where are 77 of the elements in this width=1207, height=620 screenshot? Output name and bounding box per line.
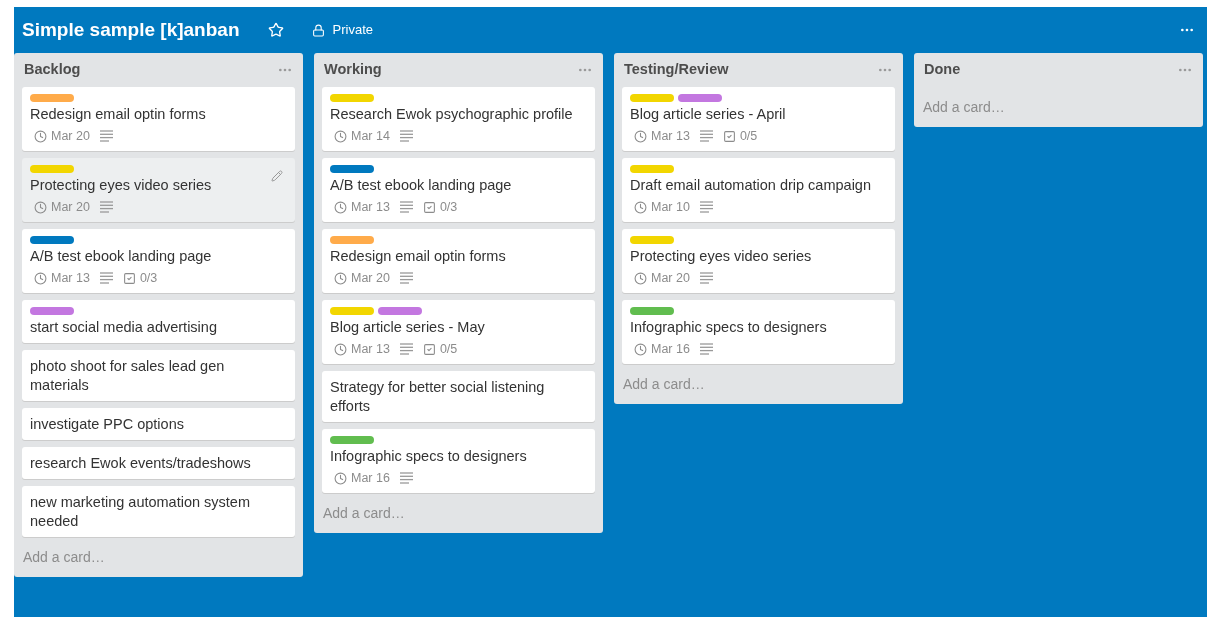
card[interactable]: Infographic specs to designers Mar 16 [322,429,595,493]
card-title: A/B test ebook landing page [30,247,213,266]
card[interactable]: investigate PPC options [22,408,295,440]
due-date: Mar 10 [651,198,690,216]
lock-icon [311,23,325,37]
list-title: Working [324,60,382,80]
list-title: Done [924,60,961,80]
clock-icon [334,271,347,285]
checklist-count: 0/3 [139,269,158,287]
card-title: Draft email automation drip campaign [630,176,872,195]
card-title: Blog article series - May [330,318,486,337]
star-icon[interactable] [267,22,284,38]
checklist-icon [122,271,136,285]
clock-icon [634,200,647,214]
due-date: Mar 20 [651,269,690,287]
card[interactable]: Protecting eyes video series Mar 20 [22,158,295,222]
card[interactable]: Redesign email optin forms Mar 20 [322,229,595,293]
card[interactable]: research Ewok events/tradeshows [22,447,295,479]
checklist-icon [422,200,436,214]
due-date: Mar 20 [51,127,90,145]
card-title: Infographic specs to designers [330,447,528,466]
card[interactable]: Research Ewok psychographic profile Mar 14 [322,87,595,151]
due-date: Mar 20 [51,198,90,216]
card[interactable]: photo shoot for sales lead gen materials [22,350,295,401]
card-title: investigate PPC options [30,415,185,434]
clock-icon [34,200,47,214]
card-title: Protecting eyes video series [630,247,813,266]
card-title: start social media advertising [30,318,218,337]
card[interactable]: start social media advertising [22,300,295,343]
clock-icon [34,271,47,285]
due-date: Mar 13 [651,127,690,145]
card[interactable]: Infographic specs to designers Mar 16 [622,300,895,364]
due-date: Mar 16 [351,469,390,487]
list-title: Backlog [24,60,81,80]
due-date: Mar 13 [351,340,390,358]
card[interactable]: Blog article series - May Mar 13 0/5 [322,300,595,364]
due-date: Mar 13 [51,269,90,287]
clock-icon [334,200,347,214]
clock-icon [634,271,647,285]
card-title: Strategy for better social listening efforts [330,378,546,416]
card-title: A/B test ebook landing page [330,176,513,195]
card-title: photo shoot for sales lead gen materials [30,357,226,395]
card-title: Redesign email optin forms [30,105,207,124]
clock-icon [334,129,347,143]
card-title: Redesign email optin forms [330,247,507,266]
checklist-icon [422,342,436,356]
card-title: Research Ewok psychographic profile [330,105,574,124]
card[interactable]: Blog article series - April Mar 13 0/5 [622,87,895,151]
checklist-icon [722,129,736,143]
clock-icon [634,342,647,356]
board-title: Simple sample [k]anban [22,17,240,42]
checklist-count: 0/5 [439,340,458,358]
due-date: Mar 13 [351,198,390,216]
card-title: new marketing automation system needed [30,493,251,531]
card[interactable]: new marketing automation system needed [22,486,295,537]
card-title: Protecting eyes video series [30,176,213,195]
card[interactable]: A/B test ebook landing page Mar 13 0/3 [322,158,595,222]
card[interactable]: Protecting eyes video series Mar 20 [622,229,895,293]
checklist-count: 0/5 [739,127,758,145]
clock-icon [634,129,647,143]
card-title: Blog article series - April [630,105,787,124]
edit-icon[interactable] [271,170,283,182]
due-date: Mar 16 [651,340,690,358]
card[interactable]: Redesign email optin forms Mar 20 [22,87,295,151]
due-date: Mar 14 [351,127,390,145]
card-title: Infographic specs to designers [630,318,828,337]
clock-icon [334,471,347,485]
card-title: research Ewok events/tradeshows [30,454,252,473]
checklist-count: 0/3 [439,198,458,216]
visibility-label[interactable]: Private [332,20,373,40]
card[interactable]: Draft email automation drip campaign Mar 10 [622,158,895,222]
list-title: Testing/Review [624,60,729,80]
card[interactable]: Strategy for better social listening efforts [322,371,595,422]
clock-icon [334,342,347,356]
due-date: Mar 20 [351,269,390,287]
clock-icon [34,129,47,143]
card[interactable]: A/B test ebook landing page Mar 13 0/3 [22,229,295,293]
